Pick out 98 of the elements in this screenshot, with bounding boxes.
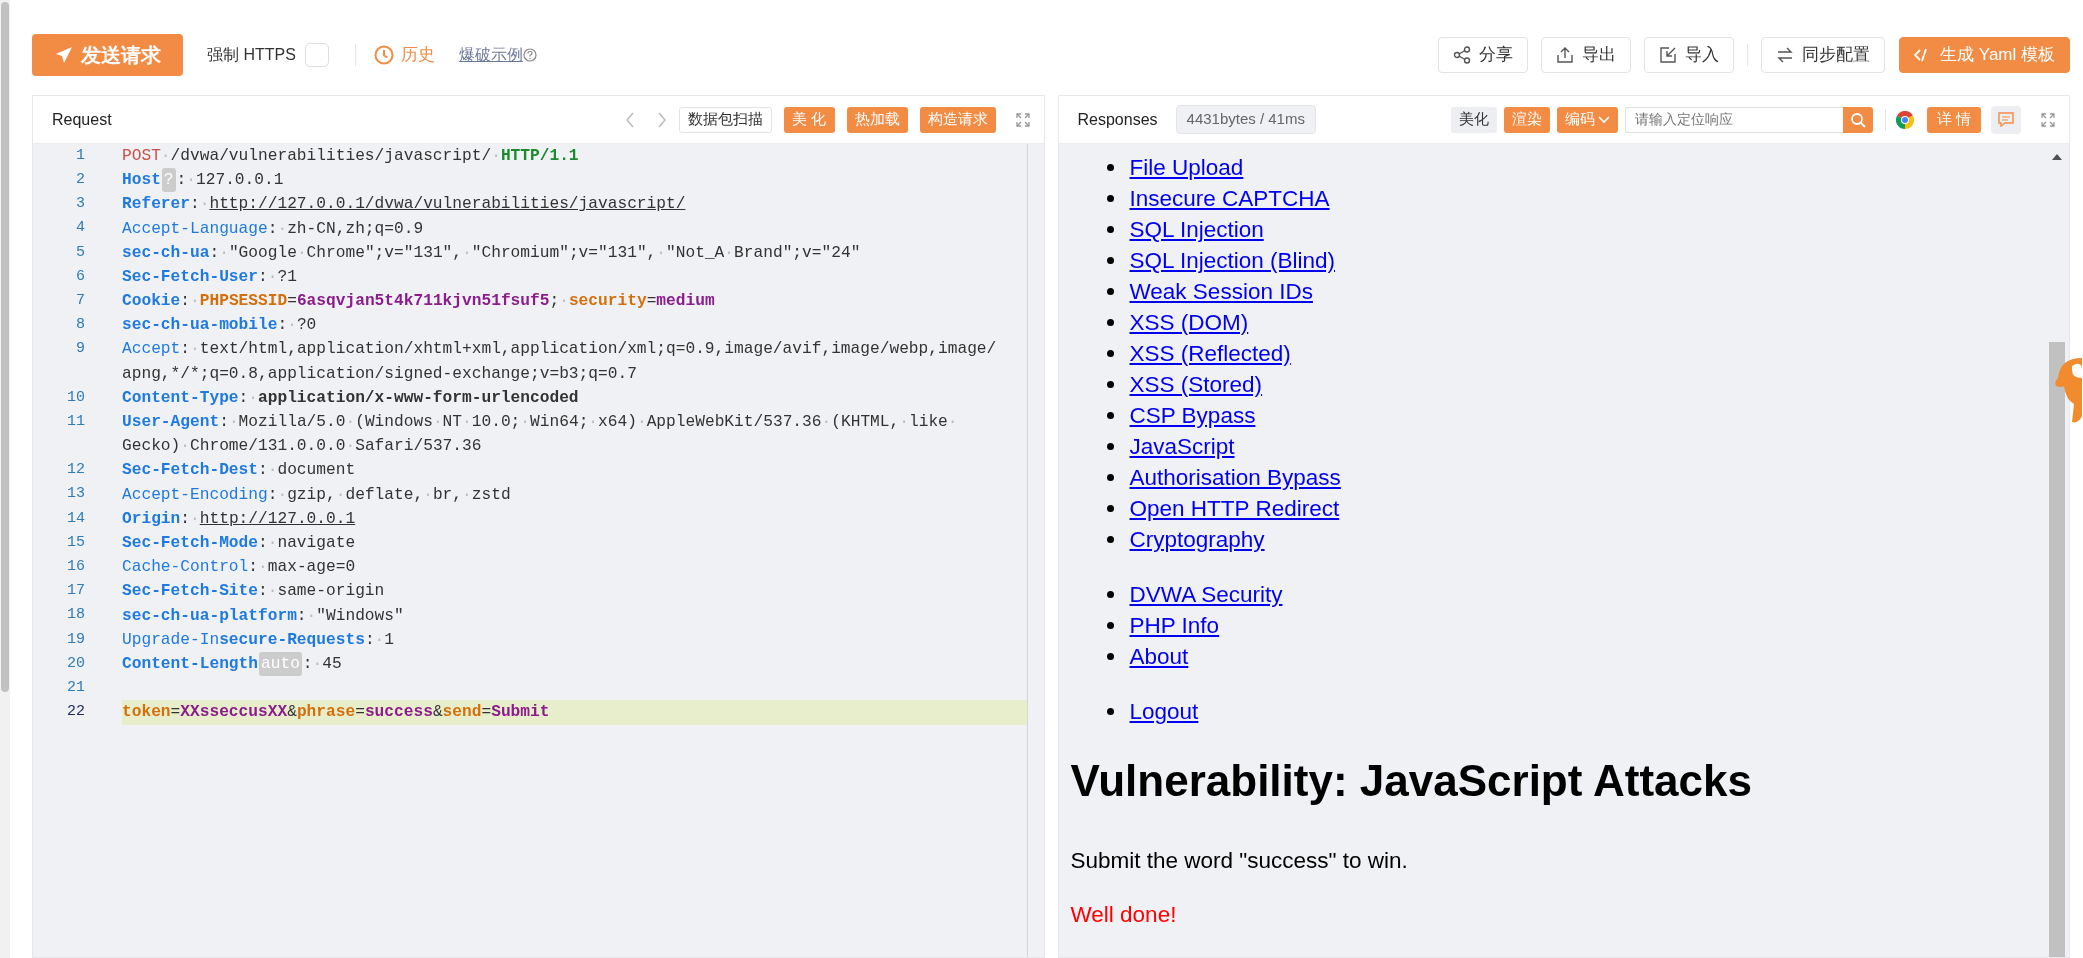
code-line: Upgrade-Insecure-Requests:·1 — [122, 629, 396, 651]
panel-title: Responses — [1077, 109, 1158, 130]
swap-icon — [1776, 45, 1795, 64]
import-icon — [1659, 45, 1678, 64]
paper-plane-icon — [54, 45, 73, 64]
line-number: 21 — [66, 677, 85, 698]
fullscreen-icon[interactable] — [2041, 112, 2055, 127]
bullet-icon — [1106, 195, 1114, 202]
toolbar-button[interactable]: 分享 — [1438, 36, 1529, 73]
line-number: 7 — [75, 290, 85, 311]
code-line: Sec-Fetch-User:·?1 — [122, 266, 298, 288]
bullet-icon — [1106, 474, 1114, 481]
instruction-text: Submit the word "success" to win. — [1070, 847, 1409, 875]
code-line: Origin:·http://127.0.0.1 — [122, 508, 357, 530]
code-line: sec-ch-ua-mobile:·?0 — [122, 315, 318, 337]
line-number: 19 — [66, 629, 85, 650]
line-number: 9 — [75, 339, 85, 360]
code-line: Cookie:·PHPSESSID=6asqvjan5t4k711kjvn51fsuf5;·security=medium — [122, 291, 716, 313]
search-icon — [1849, 111, 1866, 128]
bullet-icon — [1106, 505, 1114, 512]
comment-icon — [1998, 112, 2014, 127]
code-line: sec-ch-ua:·"Google·Chrome";v="131",·"Chromium";v="131",·"Not_A·Brand";v="24" — [122, 242, 862, 264]
line-number: 10 — [66, 387, 85, 408]
toolbar-button[interactable]: 导入 — [1644, 36, 1735, 73]
scroll-up-icon[interactable] — [2052, 154, 2062, 160]
bullet-icon — [1106, 536, 1114, 543]
search-button[interactable] — [1842, 106, 1873, 133]
bullet-icon — [1106, 381, 1114, 388]
code-line: Host ? :·127.0.0.1 — [122, 168, 1027, 193]
share-icon — [1453, 45, 1472, 64]
code-line: Accept-Language:·zh-CN,zh;q=0.9 — [122, 218, 425, 240]
bullet-icon — [1106, 653, 1114, 660]
comment-button[interactable] — [1991, 105, 2021, 134]
bullet-icon — [1106, 412, 1114, 419]
toolbar-button[interactable]: 美化 — [1450, 106, 1497, 133]
code-line: Accept-Encoding:·gzip,·deflate,·br,·zstd — [122, 484, 512, 506]
code-line: Gecko)·Chrome/131.0.0.0·Safari/537.36 — [122, 436, 483, 458]
search-field[interactable]: 请输入定位响应 — [1624, 106, 1843, 133]
line-number: 20 — [66, 653, 85, 674]
help-icon — [522, 47, 537, 62]
bullet-icon — [1106, 708, 1114, 715]
code-line: Sec-Fetch-Site:·same-origin — [122, 581, 386, 603]
line-number: 14 — [66, 508, 85, 529]
code-line: Content-Type:·application/x-www-form-urlencoded — [122, 387, 580, 409]
toolbar-button[interactable]: 导出 — [1541, 36, 1632, 73]
bullet-icon — [1106, 288, 1114, 295]
scrollbar-thumb[interactable] — [1, 2, 9, 692]
line-number: 1 — [75, 145, 85, 166]
line-number: 5 — [75, 242, 85, 263]
caret-icon — [1597, 115, 1610, 124]
bullet-icon — [1106, 319, 1114, 326]
checkbox-label: 强制 HTTPS — [207, 44, 296, 65]
code-line: Cache-Control:·max-age=0 — [122, 557, 357, 579]
example-link[interactable]: 爆破示例 — [458, 42, 523, 67]
bullet-icon — [1106, 164, 1114, 171]
line-number: 22 — [66, 702, 85, 723]
bullet-icon — [1106, 591, 1114, 598]
chevron-left-icon[interactable] — [625, 111, 636, 128]
menu-link[interactable]: Logout — [1129, 694, 1199, 729]
line-number: 13 — [66, 484, 85, 505]
code-line: Sec-Fetch-Mode:·navigate — [122, 532, 357, 554]
response-stats: 4431bytes / 41ms — [1175, 105, 1316, 134]
panel-title: Request — [52, 109, 112, 130]
code-line: Referer:·http://127.0.0.1/dvwa/vulnerabilities/javascript/ — [122, 194, 687, 216]
code-line: Accept:·text/html,application/xhtml+xml,application/xml;q=0.9,image/avif,image/webp,image/ — [122, 339, 998, 361]
line-number: 15 — [66, 532, 85, 553]
line-number: 6 — [75, 266, 85, 287]
code-line: Sec-Fetch-Dest:·document — [122, 460, 357, 482]
bullet-icon — [1106, 350, 1114, 357]
success-message: Well done! — [1070, 901, 1178, 929]
clock-icon — [373, 44, 394, 65]
line-number: 17 — [66, 581, 85, 602]
page-heading: Vulnerability: JavaScript Attacks — [1070, 755, 1753, 807]
line-number: 18 — [66, 605, 85, 626]
scrollbar-thumb[interactable] — [2049, 342, 2065, 957]
chevron-right-icon[interactable] — [657, 111, 668, 128]
line-number: 4 — [75, 218, 85, 239]
browser-icon[interactable] — [1895, 110, 1914, 129]
code-line: sec-ch-ua-platform:·"Windows" — [122, 605, 405, 627]
bullet-icon — [1106, 443, 1114, 450]
toolbar-button[interactable]: 数据包扫描 — [679, 106, 773, 133]
bullet-icon — [1106, 226, 1114, 233]
code-line: POST·/dvwa/vulnerabilities/javascript/·HTTP/1.1 — [122, 145, 580, 167]
code-line: apng,*/*;q=0.8,application/signed-exchange;v=b3;q=0.7 — [122, 363, 638, 385]
bullet-icon — [1106, 257, 1114, 264]
scrollbar-track[interactable] — [0, 0, 10, 958]
line-number: 16 — [66, 557, 85, 578]
export-icon — [1556, 45, 1575, 64]
bullet-icon — [1106, 622, 1114, 629]
toolbar-button[interactable]: 同步配置 — [1761, 36, 1886, 73]
line-number: 2 — [75, 170, 85, 191]
line-number: 8 — [75, 315, 85, 336]
fullscreen-icon[interactable] — [1015, 112, 1030, 127]
line-number: 11 — [66, 411, 85, 432]
line-number: 3 — [75, 194, 85, 215]
code-line: User-Agent:·Mozilla/5.0·(Windows·NT·10.0;·Win64;·x64)·AppleWebKit/537.36·(KHTML,·like· — [122, 412, 959, 433]
line-number: 12 — [66, 460, 85, 481]
checkbox[interactable] — [304, 42, 329, 67]
